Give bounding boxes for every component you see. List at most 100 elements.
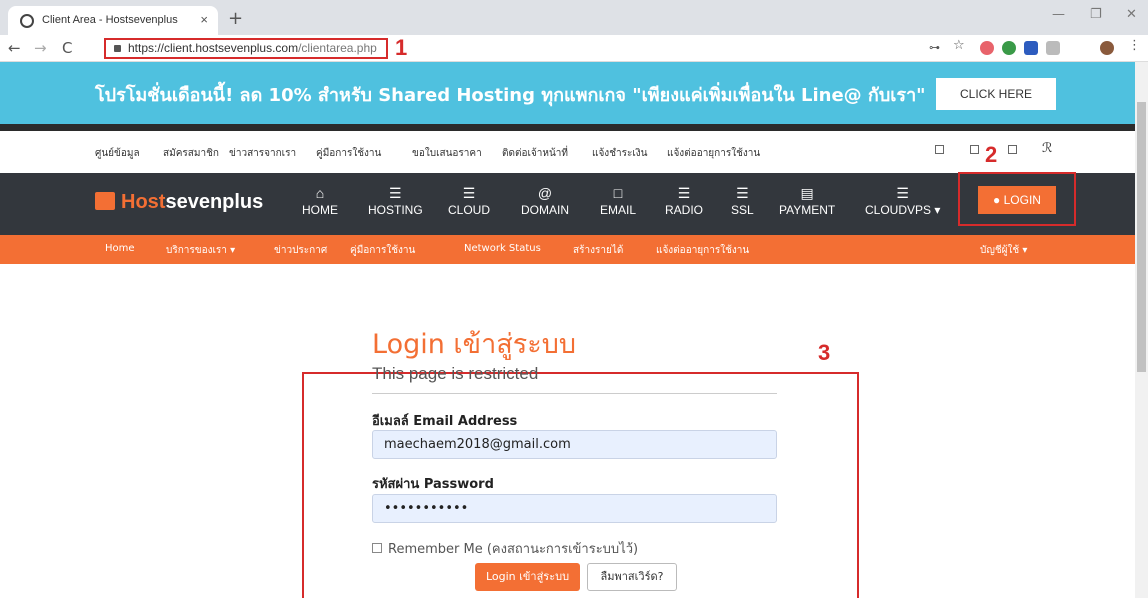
- remember-label: Remember Me (คงสถานะการเข้าระบบไว้): [388, 542, 639, 557]
- restricted-subtitle: This page is restricted: [372, 364, 539, 383]
- browser-tab-strip: Client Area - Hostsevenplus × + — ❐ ✕: [0, 0, 1148, 35]
- subnav-news[interactable]: ข่าวประกาศ: [274, 243, 327, 258]
- subnav-renew[interactable]: แจ้งต่ออายุการใช้งาน: [656, 243, 749, 258]
- annotation-3: 3: [818, 340, 831, 365]
- nav-label: CLOUDVPS ▾: [865, 203, 941, 217]
- nav-email[interactable]: □ EMAIL: [600, 185, 636, 217]
- subnav-account[interactable]: บัญชีผู้ใช้ ▾: [980, 243, 1027, 258]
- nav-hosting[interactable]: ☰ HOSTING: [368, 185, 423, 217]
- server-logo-icon: [95, 192, 115, 210]
- address-bar-row: ← → C https://client.hostsevenplus.com/c…: [0, 35, 1148, 62]
- site-favicon-icon: [20, 14, 34, 28]
- subnav-network-status[interactable]: Network Status: [464, 243, 541, 254]
- nav-home[interactable]: ⌂ HOME: [302, 185, 338, 217]
- camera-icon[interactable]: [1046, 41, 1060, 55]
- card-icon: ▤: [800, 185, 814, 201]
- page-scrollbar[interactable]: [1135, 62, 1148, 598]
- server-icon: ☰: [896, 185, 909, 201]
- lock-icon: [114, 45, 121, 52]
- url-path: /clientarea.php: [298, 41, 377, 55]
- password-label: รหัสผ่าน Password: [372, 477, 494, 492]
- new-tab-button[interactable]: +: [228, 8, 243, 29]
- subnav-manual[interactable]: คู่มือการใช้งาน: [350, 243, 415, 258]
- nav-payment[interactable]: ▤ PAYMENT: [779, 185, 835, 217]
- remember-me[interactable]: Remember Me (คงสถานะการเข้าระบบไว้): [372, 538, 638, 559]
- logo-part-sevenplus: sevenplus: [165, 191, 264, 213]
- password-field[interactable]: •••••••••••: [372, 494, 777, 523]
- browser-tab[interactable]: Client Area - Hostsevenplus ×: [8, 6, 218, 35]
- subnav-home[interactable]: Home: [105, 243, 135, 254]
- nav-cloudvps[interactable]: ☰ CLOUDVPS ▾: [865, 185, 940, 217]
- nav-label: RADIO: [665, 203, 704, 217]
- key-icon[interactable]: ⊶: [929, 41, 943, 55]
- rss-icon[interactable]: ℛ: [1042, 141, 1052, 156]
- social-icon[interactable]: [935, 145, 944, 154]
- forgot-password-button[interactable]: ลืมพาสเวิร์ด?: [587, 563, 677, 591]
- nav-ssl[interactable]: ☰ SSL: [731, 185, 754, 217]
- email-label: อีเมลล์ Email Address: [372, 414, 518, 429]
- social-icon[interactable]: [970, 145, 979, 154]
- topnav-link[interactable]: ติดต่อเจ้าหน้าที่: [502, 146, 568, 161]
- nav-domain[interactable]: @ DOMAIN: [521, 185, 569, 217]
- home-icon: ⌂: [315, 185, 325, 201]
- email-field[interactable]: maechaem2018@gmail.com: [372, 430, 777, 459]
- top-link-nav: ศูนย์ข้อมูล สมัครสมาชิก ข่าวสารจากเรา คู…: [0, 131, 1135, 173]
- topnav-link[interactable]: สมัครสมาชิก: [163, 146, 219, 161]
- star-icon[interactable]: ☆: [953, 38, 967, 53]
- nav-label: SSL: [731, 203, 754, 217]
- nav-label: HOSTING: [368, 203, 423, 217]
- site-logo[interactable]: Hostsevenplus: [95, 191, 263, 214]
- click-here-button[interactable]: CLICK HERE: [936, 78, 1056, 110]
- secondary-nav: Home บริการของเรา ▾ ข่าวประกาศ คู่มือการ…: [0, 235, 1135, 264]
- at-icon: @: [537, 185, 553, 201]
- extension-blue-icon[interactable]: [1024, 41, 1038, 55]
- minimize-icon[interactable]: —: [1052, 7, 1065, 22]
- extension-red-icon[interactable]: [980, 41, 994, 55]
- server-icon: ☰: [736, 185, 749, 201]
- scroll-thumb[interactable]: [1137, 102, 1146, 372]
- envelope-icon: □: [613, 185, 623, 201]
- nav-radio[interactable]: ☰ RADIO: [665, 185, 703, 217]
- divider-strip: [0, 124, 1135, 131]
- topnav-link[interactable]: ข่าวสารจากเรา: [229, 146, 296, 161]
- server-icon: ☰: [389, 185, 402, 201]
- forward-icon[interactable]: →: [34, 39, 47, 57]
- nav-label: PAYMENT: [779, 203, 836, 217]
- subnav-earn[interactable]: สร้างรายได้: [573, 243, 623, 258]
- annotation-box-2: [958, 172, 1076, 226]
- url-field[interactable]: https://client.hostsevenplus.com/clienta…: [104, 38, 388, 59]
- nav-label: CLOUD: [448, 203, 491, 217]
- topnav-link[interactable]: ขอใบเสนอราคา: [412, 146, 482, 161]
- nav-label: EMAIL: [600, 203, 637, 217]
- nav-label: DOMAIN: [521, 203, 569, 217]
- nav-cloud[interactable]: ☰ CLOUD: [448, 185, 490, 217]
- promo-banner: โปรโมชั่นเดือนนี้! ลด 10% สำหรับ Shared …: [0, 62, 1135, 124]
- restore-icon[interactable]: ❐: [1090, 7, 1102, 22]
- tab-close-icon[interactable]: ×: [200, 12, 208, 27]
- tab-title: Client Area - Hostsevenplus: [42, 14, 178, 26]
- topnav-link[interactable]: แจ้งต่ออายุการใช้งาน: [667, 146, 760, 161]
- url-text: https://client.hostsevenplus.com/clienta…: [128, 41, 377, 55]
- page-title: Login เข้าสู่ระบบ: [372, 329, 577, 360]
- logo-part-host: Host: [121, 191, 166, 213]
- promo-text: โปรโมชั่นเดือนนี้! ลด 10% สำหรับ Shared …: [95, 85, 926, 106]
- subnav-services[interactable]: บริการของเรา ▾: [166, 243, 235, 258]
- social-icon[interactable]: [1008, 145, 1017, 154]
- topnav-link[interactable]: ศูนย์ข้อมูล: [95, 146, 140, 161]
- extension-green-icon[interactable]: [1002, 41, 1016, 55]
- browser-menu-icon[interactable]: ⋮: [1128, 38, 1142, 53]
- url-host: https://client.hostsevenplus.com: [128, 41, 299, 55]
- topnav-link[interactable]: แจ้งชำระเงิน: [592, 146, 647, 161]
- back-icon[interactable]: ←: [8, 39, 21, 57]
- server-icon: ☰: [462, 185, 476, 201]
- login-submit-button[interactable]: Login เข้าสู่ระบบ: [475, 563, 580, 591]
- reload-icon[interactable]: C: [62, 39, 72, 57]
- annotation-2: 2: [985, 142, 998, 167]
- divider: [372, 393, 777, 394]
- topnav-link[interactable]: คู่มือการใช้งาน: [316, 146, 381, 161]
- profile-avatar[interactable]: [1100, 41, 1114, 55]
- close-window-icon[interactable]: ✕: [1126, 7, 1137, 22]
- annotation-1: 1: [395, 35, 408, 60]
- nav-label: HOME: [302, 203, 338, 217]
- remember-checkbox[interactable]: [372, 543, 382, 553]
